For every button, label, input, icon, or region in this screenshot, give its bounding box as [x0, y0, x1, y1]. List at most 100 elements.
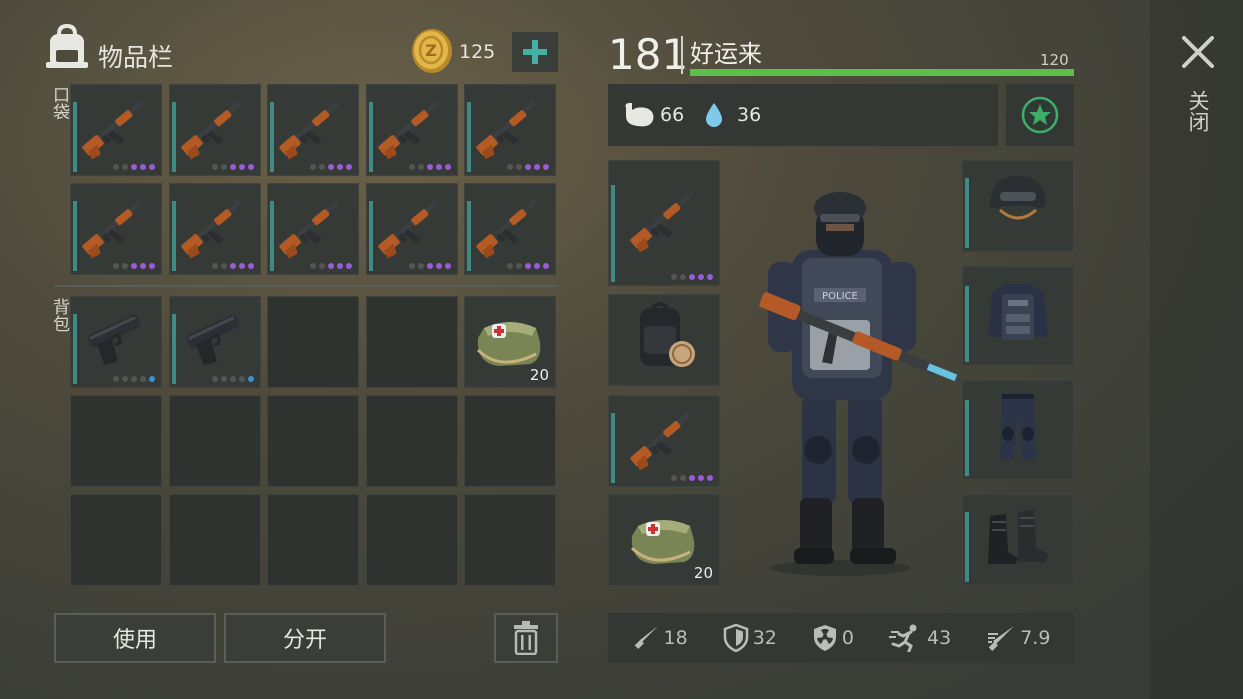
rarity-dot [337, 263, 343, 269]
rarity-dot [122, 164, 128, 170]
empty-slot[interactable] [464, 494, 556, 586]
empty-slot[interactable] [267, 395, 359, 487]
rarity-dot [140, 376, 146, 382]
hunger-value: 66 [660, 104, 685, 126]
durability-bar [171, 313, 176, 384]
rarity-dot [408, 263, 415, 269]
rarity-dot [220, 164, 227, 170]
rarity-dot [247, 376, 254, 382]
rarity-dots [408, 263, 451, 269]
empty-slot[interactable] [464, 395, 556, 487]
pocket-slot[interactable] [168, 84, 261, 176]
pocket-slot[interactable] [365, 183, 458, 275]
rarity-dot [507, 263, 513, 269]
backpack-slot[interactable]: 20 [464, 296, 556, 388]
rarity-dot [319, 164, 325, 170]
empty-slot[interactable] [365, 494, 458, 586]
empty-slot[interactable] [267, 494, 359, 586]
durability-bar [171, 101, 176, 172]
plus-icon [523, 40, 547, 64]
close-button[interactable] [1176, 30, 1220, 74]
empty-slot[interactable] [267, 296, 359, 388]
pocket-slot[interactable] [365, 84, 458, 176]
pocket-slot[interactable] [464, 84, 556, 176]
rarity-dot [310, 164, 316, 170]
equipment-slot-backpack[interactable] [608, 294, 720, 386]
rarity-dot [122, 263, 128, 269]
rarity-dot [534, 263, 540, 269]
rarity-dots [211, 164, 254, 170]
rarity-dot [346, 164, 352, 170]
equipment-slot-ak47-rifle[interactable] [608, 160, 720, 286]
equipment-slot-police-vest[interactable] [962, 266, 1074, 366]
ak47-rifle-icon [175, 86, 255, 170]
rarity-dots [211, 376, 254, 382]
durability-bar [368, 101, 373, 172]
backpack-label: 背包 [49, 298, 69, 332]
rarity-dot [113, 164, 119, 170]
pocket-slot[interactable] [70, 84, 162, 176]
durability-bar [270, 101, 274, 172]
pocket-slot[interactable] [267, 84, 359, 176]
rarity-dot [680, 475, 686, 481]
level-divider [681, 36, 683, 74]
ak47-rifle-icon [624, 397, 704, 481]
empty-slot[interactable] [365, 395, 458, 487]
split-button[interactable]: 分开 [224, 613, 386, 663]
rarity-dot [229, 263, 236, 269]
add-coins-button[interactable] [512, 32, 558, 72]
pocket-slot[interactable] [267, 183, 359, 275]
stealth-value: 7.9 [1020, 627, 1051, 649]
status-panel: 66 36 [608, 84, 998, 146]
item-count: 20 [529, 366, 549, 384]
rarity-dot [220, 376, 227, 382]
rarity-dot [426, 263, 433, 269]
inventory-title: 物品栏 [98, 43, 174, 72]
close-label[interactable]: 关闭 [1186, 90, 1210, 132]
defense-stat: 32 [723, 624, 777, 652]
ak47-rifle-icon [470, 86, 550, 170]
stealth-blade-icon [988, 626, 1015, 651]
empty-slot[interactable] [168, 494, 261, 586]
equipment-slot-boots[interactable] [962, 494, 1074, 586]
rarity-dots [507, 263, 549, 269]
equipment-slot-medkit-bag[interactable]: 20 [608, 494, 720, 586]
equipment-slot-helmet[interactable] [962, 160, 1074, 252]
pocket-slot[interactable] [70, 183, 162, 275]
rarity-dot [131, 376, 137, 382]
section-divider [54, 285, 558, 287]
backpack-slot[interactable] [168, 296, 261, 388]
star-badge-icon [1021, 96, 1059, 134]
empty-slot[interactable] [70, 494, 162, 586]
favorite-button[interactable] [1006, 84, 1074, 146]
police-vest-icon [978, 272, 1058, 356]
rarity-dot [229, 164, 236, 170]
pocket-slot[interactable] [464, 183, 556, 275]
pocket-slot[interactable] [168, 183, 261, 275]
pistol-icon [76, 298, 156, 382]
stats-bar: 18 32 0 43 7.9 [608, 613, 1074, 663]
rarity-dots [113, 263, 155, 269]
durability-bar [73, 313, 77, 384]
rarity-dot [671, 274, 677, 280]
backpack-slot[interactable] [70, 296, 162, 388]
use-button[interactable]: 使用 [54, 613, 216, 663]
attack-stat: 18 [632, 624, 688, 652]
empty-slot[interactable] [70, 395, 162, 487]
rarity-dot [122, 376, 128, 382]
empty-slot[interactable] [365, 296, 458, 388]
hunger-stomach-icon [625, 103, 654, 127]
running-icon [889, 624, 917, 652]
player-name: 好运来 [690, 40, 762, 68]
empty-slot[interactable] [168, 395, 261, 487]
radiation-shield-icon [813, 625, 836, 651]
rarity-dot [444, 263, 451, 269]
ak47-rifle-icon [372, 86, 452, 170]
delete-button[interactable] [494, 613, 558, 663]
rarity-dot [229, 376, 236, 382]
equipment-slot-ak47-rifle[interactable] [608, 395, 720, 487]
equipment-slot-armored-pants[interactable] [962, 380, 1074, 480]
rarity-dot [543, 164, 549, 170]
durability-bar [73, 101, 77, 172]
ak47-rifle-icon [273, 185, 353, 269]
